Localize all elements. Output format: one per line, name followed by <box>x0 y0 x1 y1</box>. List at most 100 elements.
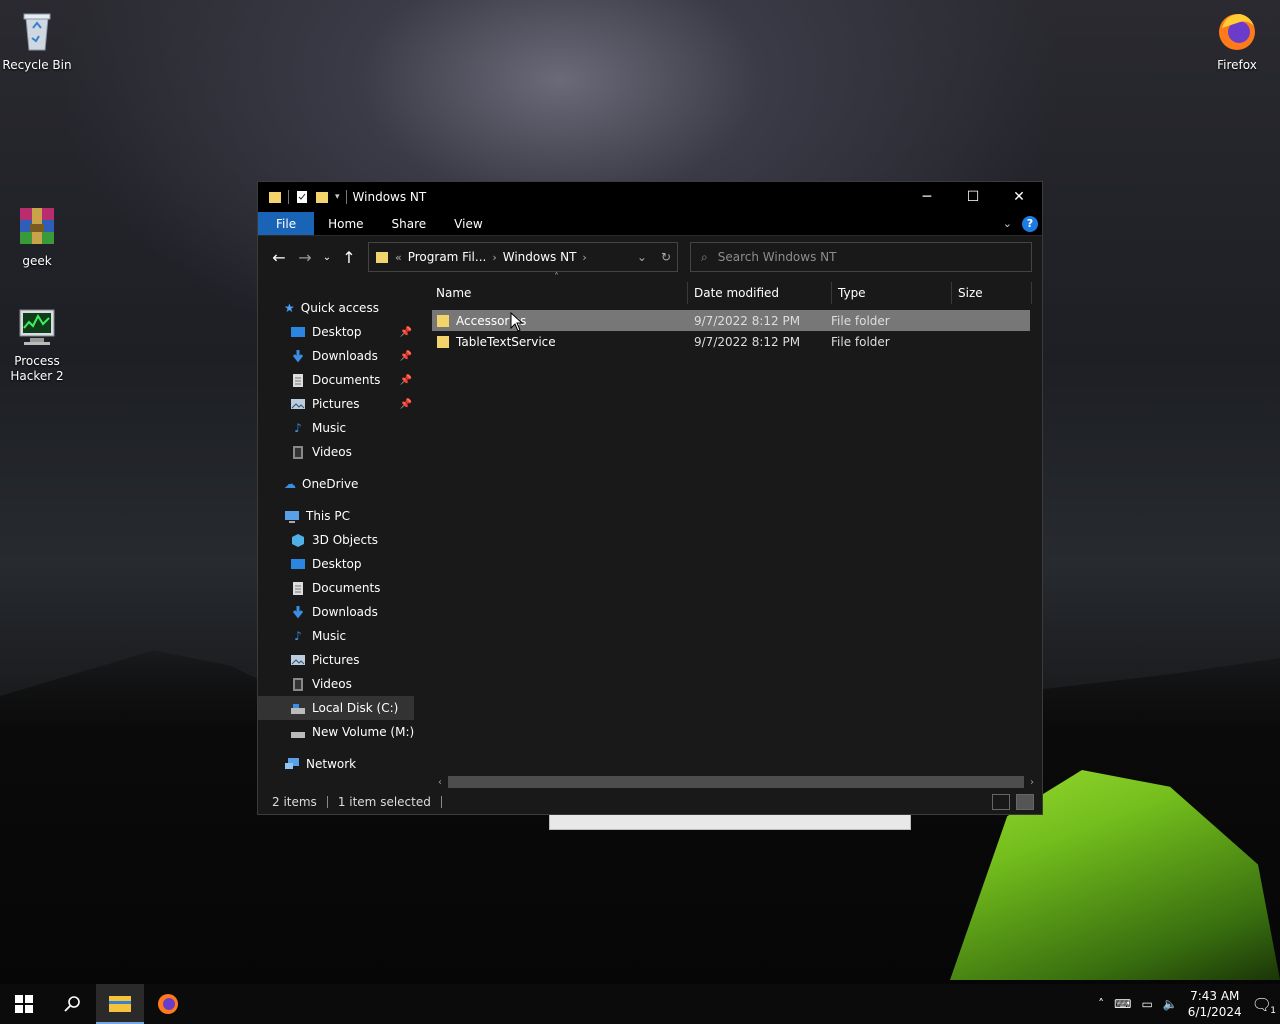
firefox-icon <box>158 994 178 1014</box>
music-note-icon: ♪ <box>294 629 302 643</box>
up-arrow-icon[interactable]: ↑ <box>336 248 362 267</box>
desktop-icon-firefox[interactable]: Firefox <box>1200 8 1274 73</box>
address-bar[interactable]: « Program Fil... › Windows NT › ⌄ ↻ <box>368 242 678 272</box>
sidebar-item-3d-objects[interactable]: 3D Objects <box>258 528 416 552</box>
expand-ribbon-chevron-icon[interactable]: ⌄ <box>1003 217 1012 230</box>
navigation-pane: ★ Quick access Desktop 📌 Downloads 📌 Doc… <box>258 278 416 790</box>
item-count: 2 items <box>272 795 317 809</box>
volume-muted-icon[interactable]: 🔈 <box>1163 997 1178 1011</box>
sidebar-item-videos[interactable]: Videos <box>258 440 416 464</box>
sidebar-item-documents[interactable]: Documents 📌 <box>258 368 416 392</box>
cloud-icon: ☁ <box>284 477 296 491</box>
sidebar-item-pc-desktop[interactable]: Desktop <box>258 552 416 576</box>
sidebar-item-pc-documents[interactable]: Documents <box>258 576 416 600</box>
search-input[interactable]: Search Windows NT <box>718 250 837 264</box>
back-arrow-icon[interactable]: ← <box>266 248 292 267</box>
desktop-icon-recycle-bin[interactable]: Recycle Bin <box>0 8 74 73</box>
search-icon <box>64 996 80 1012</box>
tab-view[interactable]: View <box>440 212 496 235</box>
recycle-bin-icon <box>23 13 51 51</box>
column-header-date-modified[interactable]: Date modified <box>688 282 832 304</box>
search-button[interactable] <box>48 984 96 1024</box>
desktop-icon-geek[interactable]: geek <box>0 204 74 269</box>
tab-file[interactable]: File <box>258 212 315 235</box>
sidebar-item-new-volume-m[interactable]: New Volume (M:) <box>258 720 416 744</box>
sidebar-item-pc-downloads[interactable]: Downloads <box>258 600 416 624</box>
sidebar-item-quick-access[interactable]: ★ Quick access <box>258 296 416 320</box>
sidebar-item-pc-music[interactable]: ♪ Music <box>258 624 416 648</box>
breadcrumb-chevron-icon[interactable]: › <box>582 251 586 264</box>
drive-icon <box>291 704 305 714</box>
details-view-icon[interactable] <box>992 794 1010 810</box>
file-list-pane: ˄ Name Date modified Type Size Accessori… <box>432 272 1042 790</box>
computer-icon <box>285 511 299 523</box>
sort-ascending-icon: ˄ <box>554 272 559 283</box>
properties-icon[interactable] <box>295 190 309 204</box>
refresh-icon[interactable]: ↻ <box>661 250 671 264</box>
tab-share[interactable]: Share <box>378 212 441 235</box>
network-status-icon[interactable]: ▭ <box>1141 997 1152 1011</box>
close-button[interactable]: ✕ <box>996 182 1042 212</box>
navigation-bar: ← → ⌄ ↑ « Program Fil... › Windows NT › … <box>258 236 1042 278</box>
sidebar-item-local-disk-c[interactable]: Local Disk (C:) <box>258 696 414 720</box>
horizontal-scrollbar[interactable]: ‹ › <box>438 774 1034 790</box>
sidebar-item-downloads[interactable]: Downloads 📌 <box>258 344 416 368</box>
file-explorer-icon <box>109 996 131 1012</box>
window-title: Windows NT <box>352 190 427 204</box>
maximize-button[interactable]: ☐ <box>950 182 996 212</box>
taskbar-firefox[interactable] <box>144 984 192 1024</box>
column-header-name[interactable]: Name <box>432 282 688 304</box>
clock[interactable]: 7:43 AM 6/1/2024 <box>1188 988 1242 1020</box>
new-folder-icon[interactable] <box>315 190 329 204</box>
sidebar-item-network[interactable]: Network <box>258 752 416 776</box>
device-icon[interactable]: ⌨ <box>1114 997 1131 1011</box>
forward-arrow-icon[interactable]: → <box>292 248 318 267</box>
sidebar-item-desktop[interactable]: Desktop 📌 <box>258 320 416 344</box>
file-explorer-window: ▾ Windows NT ─ ☐ ✕ File Home Share View … <box>257 181 1043 815</box>
breadcrumb-chevron-icon[interactable]: › <box>492 251 496 264</box>
sidebar-item-music[interactable]: ♪ Music <box>258 416 416 440</box>
notification-center-icon[interactable]: 🗨 1 <box>1252 995 1276 1016</box>
pin-icon: 📌 <box>399 374 412 386</box>
scroll-left-icon[interactable]: ‹ <box>438 777 442 788</box>
download-arrow-icon <box>292 350 304 363</box>
sidebar-item-pc-videos[interactable]: Videos <box>258 672 416 696</box>
sidebar-item-pictures[interactable]: Pictures 📌 <box>258 392 416 416</box>
address-dropdown-chevron-icon[interactable]: ⌄ <box>637 250 647 264</box>
column-header-type[interactable]: Type <box>832 282 952 304</box>
folder-icon <box>437 335 449 348</box>
star-icon: ★ <box>284 301 295 315</box>
toolbar-separator <box>345 190 347 204</box>
column-header-size[interactable]: Size <box>952 282 1032 304</box>
search-box[interactable]: ⌕ Search Windows NT <box>690 242 1032 272</box>
pictures-icon <box>291 655 305 665</box>
show-hidden-icons-chevron-icon[interactable]: ˄ <box>1098 997 1104 1011</box>
title-bar[interactable]: ▾ Windows NT ─ ☐ ✕ <box>258 182 1042 212</box>
customize-toolbar-chevron-icon[interactable]: ▾ <box>335 192 340 202</box>
ribbon-tabs: File Home Share View ⌄ ? <box>258 212 1042 236</box>
start-button[interactable] <box>0 984 48 1024</box>
sidebar-item-this-pc[interactable]: This PC <box>258 504 416 528</box>
network-icon <box>285 758 299 769</box>
taskbar-file-explorer[interactable] <box>96 984 144 1024</box>
large-icons-view-icon[interactable] <box>1016 794 1034 810</box>
breadcrumb-program-files[interactable]: Program Fil... <box>408 250 487 264</box>
breadcrumb-overflow[interactable]: « <box>395 251 402 264</box>
folder-icon <box>437 314 449 327</box>
sidebar-item-onedrive[interactable]: ☁ OneDrive <box>258 472 416 496</box>
tab-home[interactable]: Home <box>314 212 377 235</box>
document-icon <box>293 582 303 595</box>
scroll-right-icon[interactable]: › <box>1030 777 1034 788</box>
drive-icon <box>291 732 305 738</box>
videos-icon <box>293 678 303 691</box>
recent-locations-chevron-icon[interactable]: ⌄ <box>318 252 336 263</box>
file-row-tabletextservice[interactable]: TableTextService 9/7/2022 8:12 PM File f… <box>432 331 1030 352</box>
breadcrumb-windows-nt[interactable]: Windows NT <box>503 250 577 264</box>
desktop-icon-process-hacker[interactable]: Process Hacker 2 <box>0 304 74 384</box>
sidebar-item-pc-pictures[interactable]: Pictures <box>258 648 416 672</box>
minimize-button[interactable]: ─ <box>904 182 950 212</box>
winrar-archive-icon <box>20 208 54 244</box>
help-icon[interactable]: ? <box>1022 215 1038 232</box>
taskbar: ˄ ⌨ ▭ 🔈 7:43 AM 6/1/2024 🗨 1 <box>0 984 1280 1024</box>
scrollbar-thumb[interactable] <box>448 776 1024 788</box>
